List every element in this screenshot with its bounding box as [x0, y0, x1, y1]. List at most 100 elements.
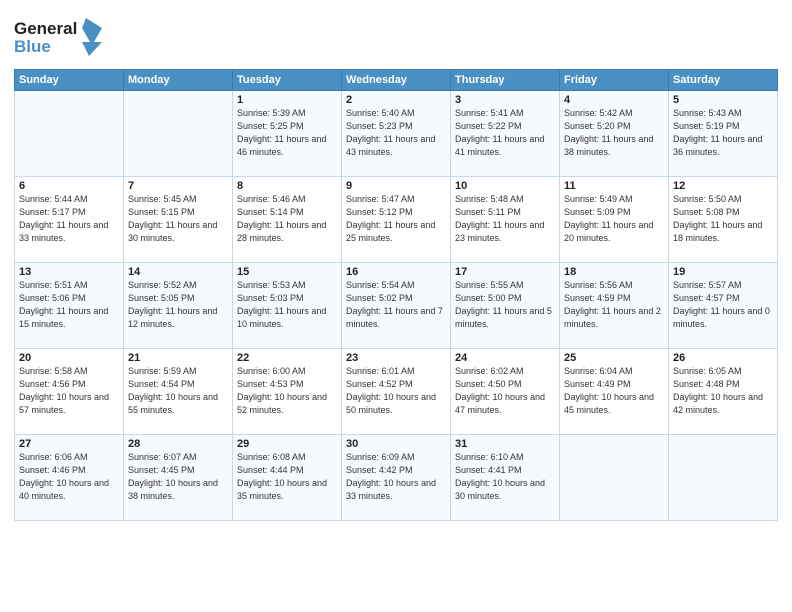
calendar-cell: 12Sunrise: 5:50 AM Sunset: 5:08 PM Dayli… [669, 177, 778, 263]
day-number: 30 [346, 438, 446, 450]
calendar-week-row: 27Sunrise: 6:06 AM Sunset: 4:46 PM Dayli… [15, 435, 778, 521]
header: General Blue [14, 10, 778, 63]
calendar-cell: 15Sunrise: 5:53 AM Sunset: 5:03 PM Dayli… [233, 263, 342, 349]
calendar-cell: 27Sunrise: 6:06 AM Sunset: 4:46 PM Dayli… [15, 435, 124, 521]
calendar-cell: 1Sunrise: 5:39 AM Sunset: 5:25 PM Daylig… [233, 91, 342, 177]
day-number: 5 [673, 94, 773, 106]
day-info: Sunrise: 5:41 AM Sunset: 5:22 PM Dayligh… [455, 107, 555, 159]
day-info: Sunrise: 5:57 AM Sunset: 4:57 PM Dayligh… [673, 279, 773, 331]
day-info: Sunrise: 5:54 AM Sunset: 5:02 PM Dayligh… [346, 279, 446, 331]
column-header-friday: Friday [560, 70, 669, 91]
day-number: 21 [128, 352, 228, 364]
day-number: 28 [128, 438, 228, 450]
calendar-cell: 8Sunrise: 5:46 AM Sunset: 5:14 PM Daylig… [233, 177, 342, 263]
day-info: Sunrise: 5:47 AM Sunset: 5:12 PM Dayligh… [346, 193, 446, 245]
calendar-week-row: 6Sunrise: 5:44 AM Sunset: 5:17 PM Daylig… [15, 177, 778, 263]
day-info: Sunrise: 5:48 AM Sunset: 5:11 PM Dayligh… [455, 193, 555, 245]
day-number: 1 [237, 94, 337, 106]
day-number: 18 [564, 266, 664, 278]
calendar-cell: 5Sunrise: 5:43 AM Sunset: 5:19 PM Daylig… [669, 91, 778, 177]
day-number: 8 [237, 180, 337, 192]
day-number: 25 [564, 352, 664, 364]
calendar-cell: 2Sunrise: 5:40 AM Sunset: 5:23 PM Daylig… [342, 91, 451, 177]
day-info: Sunrise: 5:55 AM Sunset: 5:00 PM Dayligh… [455, 279, 555, 331]
day-info: Sunrise: 6:05 AM Sunset: 4:48 PM Dayligh… [673, 365, 773, 417]
calendar-week-row: 20Sunrise: 5:58 AM Sunset: 4:56 PM Dayli… [15, 349, 778, 435]
day-number: 26 [673, 352, 773, 364]
calendar-cell: 19Sunrise: 5:57 AM Sunset: 4:57 PM Dayli… [669, 263, 778, 349]
calendar-cell: 24Sunrise: 6:02 AM Sunset: 4:50 PM Dayli… [451, 349, 560, 435]
column-header-monday: Monday [124, 70, 233, 91]
day-info: Sunrise: 5:50 AM Sunset: 5:08 PM Dayligh… [673, 193, 773, 245]
logo: General Blue [14, 14, 109, 63]
day-info: Sunrise: 5:49 AM Sunset: 5:09 PM Dayligh… [564, 193, 664, 245]
calendar-cell: 28Sunrise: 6:07 AM Sunset: 4:45 PM Dayli… [124, 435, 233, 521]
day-number: 4 [564, 94, 664, 106]
day-info: Sunrise: 5:53 AM Sunset: 5:03 PM Dayligh… [237, 279, 337, 331]
calendar-cell [15, 91, 124, 177]
calendar-cell: 4Sunrise: 5:42 AM Sunset: 5:20 PM Daylig… [560, 91, 669, 177]
calendar-cell: 6Sunrise: 5:44 AM Sunset: 5:17 PM Daylig… [15, 177, 124, 263]
day-number: 12 [673, 180, 773, 192]
logo-text: General Blue [14, 14, 109, 63]
day-info: Sunrise: 5:59 AM Sunset: 4:54 PM Dayligh… [128, 365, 228, 417]
day-info: Sunrise: 5:40 AM Sunset: 5:23 PM Dayligh… [346, 107, 446, 159]
calendar-cell [669, 435, 778, 521]
day-info: Sunrise: 6:07 AM Sunset: 4:45 PM Dayligh… [128, 451, 228, 503]
day-info: Sunrise: 5:39 AM Sunset: 5:25 PM Dayligh… [237, 107, 337, 159]
day-number: 22 [237, 352, 337, 364]
day-info: Sunrise: 5:58 AM Sunset: 4:56 PM Dayligh… [19, 365, 119, 417]
calendar-cell [124, 91, 233, 177]
calendar-cell: 9Sunrise: 5:47 AM Sunset: 5:12 PM Daylig… [342, 177, 451, 263]
day-info: Sunrise: 6:10 AM Sunset: 4:41 PM Dayligh… [455, 451, 555, 503]
day-info: Sunrise: 6:08 AM Sunset: 4:44 PM Dayligh… [237, 451, 337, 503]
day-info: Sunrise: 6:02 AM Sunset: 4:50 PM Dayligh… [455, 365, 555, 417]
day-number: 24 [455, 352, 555, 364]
day-info: Sunrise: 5:44 AM Sunset: 5:17 PM Dayligh… [19, 193, 119, 245]
calendar-cell: 7Sunrise: 5:45 AM Sunset: 5:15 PM Daylig… [124, 177, 233, 263]
svg-text:General: General [14, 19, 77, 38]
day-info: Sunrise: 5:52 AM Sunset: 5:05 PM Dayligh… [128, 279, 228, 331]
calendar-cell: 23Sunrise: 6:01 AM Sunset: 4:52 PM Dayli… [342, 349, 451, 435]
day-number: 16 [346, 266, 446, 278]
day-number: 31 [455, 438, 555, 450]
calendar-cell: 31Sunrise: 6:10 AM Sunset: 4:41 PM Dayli… [451, 435, 560, 521]
day-info: Sunrise: 5:45 AM Sunset: 5:15 PM Dayligh… [128, 193, 228, 245]
day-number: 3 [455, 94, 555, 106]
day-number: 6 [19, 180, 119, 192]
day-number: 29 [237, 438, 337, 450]
column-header-tuesday: Tuesday [233, 70, 342, 91]
day-info: Sunrise: 6:09 AM Sunset: 4:42 PM Dayligh… [346, 451, 446, 503]
column-header-saturday: Saturday [669, 70, 778, 91]
day-number: 19 [673, 266, 773, 278]
calendar-week-row: 13Sunrise: 5:51 AM Sunset: 5:06 PM Dayli… [15, 263, 778, 349]
day-info: Sunrise: 6:01 AM Sunset: 4:52 PM Dayligh… [346, 365, 446, 417]
day-number: 2 [346, 94, 446, 106]
calendar-header-row: SundayMondayTuesdayWednesdayThursdayFrid… [15, 70, 778, 91]
calendar-week-row: 1Sunrise: 5:39 AM Sunset: 5:25 PM Daylig… [15, 91, 778, 177]
calendar-cell: 3Sunrise: 5:41 AM Sunset: 5:22 PM Daylig… [451, 91, 560, 177]
day-info: Sunrise: 5:56 AM Sunset: 4:59 PM Dayligh… [564, 279, 664, 331]
calendar-cell: 21Sunrise: 5:59 AM Sunset: 4:54 PM Dayli… [124, 349, 233, 435]
calendar-cell: 13Sunrise: 5:51 AM Sunset: 5:06 PM Dayli… [15, 263, 124, 349]
day-info: Sunrise: 5:51 AM Sunset: 5:06 PM Dayligh… [19, 279, 119, 331]
day-number: 13 [19, 266, 119, 278]
day-number: 7 [128, 180, 228, 192]
calendar-cell: 14Sunrise: 5:52 AM Sunset: 5:05 PM Dayli… [124, 263, 233, 349]
day-number: 11 [564, 180, 664, 192]
day-info: Sunrise: 6:06 AM Sunset: 4:46 PM Dayligh… [19, 451, 119, 503]
day-number: 17 [455, 266, 555, 278]
day-number: 20 [19, 352, 119, 364]
day-number: 27 [19, 438, 119, 450]
day-info: Sunrise: 6:04 AM Sunset: 4:49 PM Dayligh… [564, 365, 664, 417]
day-number: 23 [346, 352, 446, 364]
calendar-cell: 16Sunrise: 5:54 AM Sunset: 5:02 PM Dayli… [342, 263, 451, 349]
calendar-cell: 25Sunrise: 6:04 AM Sunset: 4:49 PM Dayli… [560, 349, 669, 435]
column-header-sunday: Sunday [15, 70, 124, 91]
calendar-cell: 17Sunrise: 5:55 AM Sunset: 5:00 PM Dayli… [451, 263, 560, 349]
calendar-container: General Blue SundayMondayTuesdayWednesda… [0, 0, 792, 612]
day-info: Sunrise: 6:00 AM Sunset: 4:53 PM Dayligh… [237, 365, 337, 417]
column-header-wednesday: Wednesday [342, 70, 451, 91]
calendar-cell: 20Sunrise: 5:58 AM Sunset: 4:56 PM Dayli… [15, 349, 124, 435]
calendar-cell [560, 435, 669, 521]
